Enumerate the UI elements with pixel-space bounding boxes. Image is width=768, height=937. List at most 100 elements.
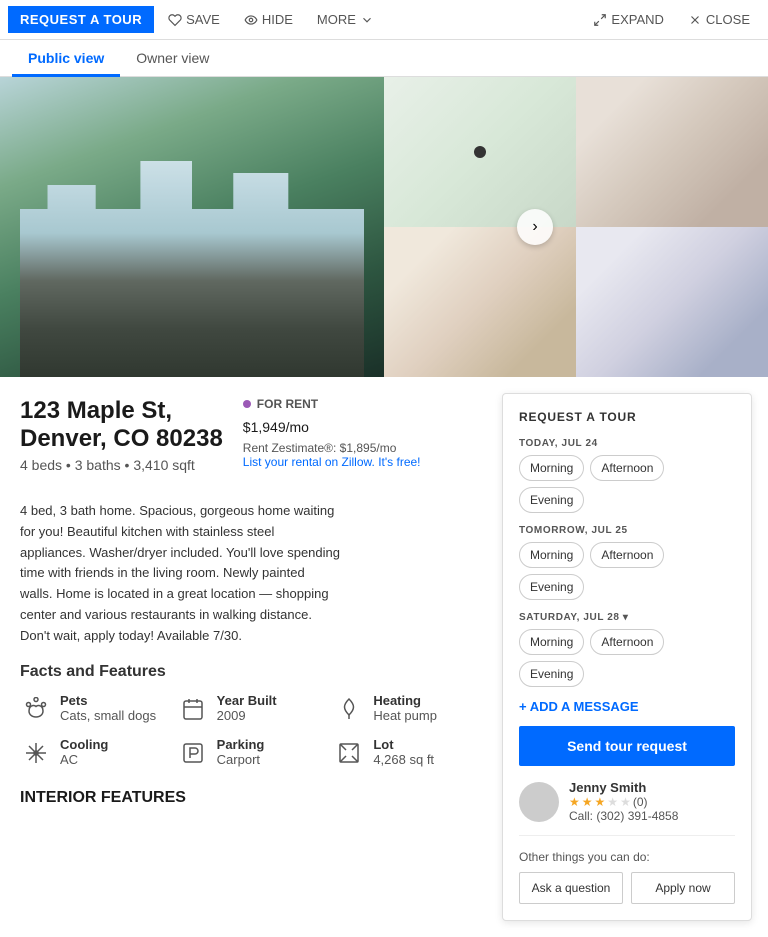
tab-public-view[interactable]: Public view xyxy=(12,40,120,77)
tour-slots-today: Morning Afternoon Evening xyxy=(519,455,735,513)
view-tabs: Public view Owner view xyxy=(0,40,768,77)
slot-today-evening[interactable]: Evening xyxy=(519,487,584,513)
ask-question-button[interactable]: Ask a question xyxy=(519,872,623,904)
tab-owner-view[interactable]: Owner view xyxy=(120,40,225,77)
action-buttons: Ask a question Apply now xyxy=(519,872,735,904)
agent-name: Jenny Smith xyxy=(569,780,678,795)
fact-year-value: 2009 xyxy=(217,708,277,723)
fact-cooling: Cooling AC xyxy=(20,737,169,769)
star-3: ★ xyxy=(595,795,606,809)
photo-thumbnail-3[interactable] xyxy=(384,227,576,377)
hide-icon xyxy=(244,13,258,27)
heating-icon xyxy=(333,693,365,725)
fact-heating-label: Heating xyxy=(373,693,437,708)
fact-year-built: Year Built 2009 xyxy=(177,693,326,725)
save-button[interactable]: SAVE xyxy=(158,12,230,27)
slot-saturday-evening[interactable]: Evening xyxy=(519,661,584,687)
agent-stars: ★ ★ ★ ★ ★ (0) xyxy=(569,795,678,809)
facts-title: Facts and Features xyxy=(20,663,482,681)
tour-slots-saturday: Morning Afternoon Evening xyxy=(519,629,735,687)
content-area: 123 Maple St, Denver, CO 80238 4 beds • … xyxy=(0,377,768,937)
slot-saturday-morning[interactable]: Morning xyxy=(519,629,584,655)
slot-today-afternoon[interactable]: Afternoon xyxy=(590,455,664,481)
cooling-icon xyxy=(20,737,52,769)
add-message-link[interactable]: + ADD A MESSAGE xyxy=(519,699,735,714)
rent-zestimate: Rent Zestimate®: $1,895/mo List your ren… xyxy=(243,441,421,469)
agent-rating: (0) xyxy=(633,795,648,809)
property-stats: 4 beds • 3 baths • 3,410 sqft xyxy=(20,457,223,473)
photo-thumbnails xyxy=(384,77,768,377)
star-5: ★ xyxy=(620,795,631,809)
request-tour-button[interactable]: REQUEST A TOUR xyxy=(8,6,154,33)
send-tour-button[interactable]: Send tour request xyxy=(519,726,735,766)
more-button[interactable]: MORE xyxy=(307,12,384,27)
fact-cooling-label: Cooling xyxy=(60,737,108,752)
parking-icon xyxy=(177,737,209,769)
lot-icon xyxy=(333,737,365,769)
calendar-icon xyxy=(177,693,209,725)
save-label: SAVE xyxy=(186,12,220,27)
for-rent-label: FOR RENT xyxy=(243,397,421,411)
next-photo-button[interactable]: › xyxy=(517,209,553,245)
interior-section: INTERIOR FEATURES xyxy=(20,789,482,807)
agent-row: Jenny Smith ★ ★ ★ ★ ★ (0) Call: (302) 39… xyxy=(519,780,735,836)
tour-panel-title: REQUEST A TOUR xyxy=(519,410,735,424)
photo-thumbnail-2[interactable] xyxy=(576,77,768,227)
more-label: MORE xyxy=(317,12,356,27)
star-2: ★ xyxy=(582,795,593,809)
fact-pets: Pets Cats, small dogs xyxy=(20,693,169,725)
top-bar: REQUEST A TOUR SAVE HIDE MORE EXPAND xyxy=(0,0,768,40)
slot-tomorrow-evening[interactable]: Evening xyxy=(519,574,584,600)
price: $1,949/mo xyxy=(243,411,421,439)
slot-tomorrow-afternoon[interactable]: Afternoon xyxy=(590,542,664,568)
fact-pets-value: Cats, small dogs xyxy=(60,708,156,723)
other-actions-label: Other things you can do: xyxy=(519,850,735,864)
agent-info: Jenny Smith ★ ★ ★ ★ ★ (0) Call: (302) 39… xyxy=(569,780,678,823)
slot-today-morning[interactable]: Morning xyxy=(519,455,584,481)
close-button[interactable]: CLOSE xyxy=(678,6,760,33)
fact-pets-label: Pets xyxy=(60,693,156,708)
hide-button[interactable]: HIDE xyxy=(234,12,303,27)
agent-avatar xyxy=(519,782,559,822)
fact-parking-value: Carport xyxy=(217,752,265,767)
fact-lot-label: Lot xyxy=(373,737,434,752)
close-icon xyxy=(688,13,702,27)
map-pin xyxy=(474,146,486,158)
address-block: 123 Maple St, Denver, CO 80238 4 beds • … xyxy=(20,397,223,473)
chevron-down-icon xyxy=(360,13,374,27)
expand-icon xyxy=(593,13,607,27)
fact-lot-value: 4,268 sq ft xyxy=(373,752,434,767)
tour-day-today: TODAY, JUL 24 Morning Afternoon Evening xyxy=(519,438,735,513)
tour-day-tomorrow-label: TOMORROW, JUL 25 xyxy=(519,525,735,536)
map-thumbnail[interactable] xyxy=(384,77,576,227)
tour-day-saturday-label[interactable]: SATURDAY, JUL 28 ▾ xyxy=(519,612,735,623)
fact-year-label: Year Built xyxy=(217,693,277,708)
slot-tomorrow-morning[interactable]: Morning xyxy=(519,542,584,568)
fact-heating-value: Heat pump xyxy=(373,708,437,723)
tour-slots-tomorrow: Morning Afternoon Evening xyxy=(519,542,735,600)
photo-thumbnail-4[interactable] xyxy=(576,227,768,377)
star-1: ★ xyxy=(569,795,580,809)
fact-lot: Lot 4,268 sq ft xyxy=(333,737,482,769)
fact-parking-label: Parking xyxy=(217,737,265,752)
expand-button[interactable]: EXPAND xyxy=(583,6,674,33)
facts-grid: Pets Cats, small dogs Year Built 2009 xyxy=(20,693,482,769)
tour-day-today-label: TODAY, JUL 24 xyxy=(519,438,735,449)
property-header: 123 Maple St, Denver, CO 80238 4 beds • … xyxy=(20,397,482,485)
star-4: ★ xyxy=(607,795,618,809)
other-actions: Other things you can do: Ask a question … xyxy=(519,850,735,904)
pets-icon xyxy=(20,693,52,725)
tour-day-tomorrow: TOMORROW, JUL 25 Morning Afternoon Eveni… xyxy=(519,525,735,600)
agent-phone: Call: (302) 391-4858 xyxy=(569,809,678,823)
fact-cooling-value: AC xyxy=(60,752,108,767)
main-photo[interactable] xyxy=(0,77,384,377)
fact-parking: Parking Carport xyxy=(177,737,326,769)
address-line1: 123 Maple St, xyxy=(20,397,223,425)
tour-panel: REQUEST A TOUR TODAY, JUL 24 Morning Aft… xyxy=(502,393,752,921)
top-bar-right: EXPAND CLOSE xyxy=(583,6,760,33)
facts-section: Facts and Features Pets Cats, small dogs xyxy=(20,663,482,769)
apply-now-button[interactable]: Apply now xyxy=(631,872,735,904)
property-description: 4 bed, 3 bath home. Spacious, gorgeous h… xyxy=(20,501,340,647)
zestimate-link[interactable]: List your rental on Zillow. It's free! xyxy=(243,455,421,469)
slot-saturday-afternoon[interactable]: Afternoon xyxy=(590,629,664,655)
